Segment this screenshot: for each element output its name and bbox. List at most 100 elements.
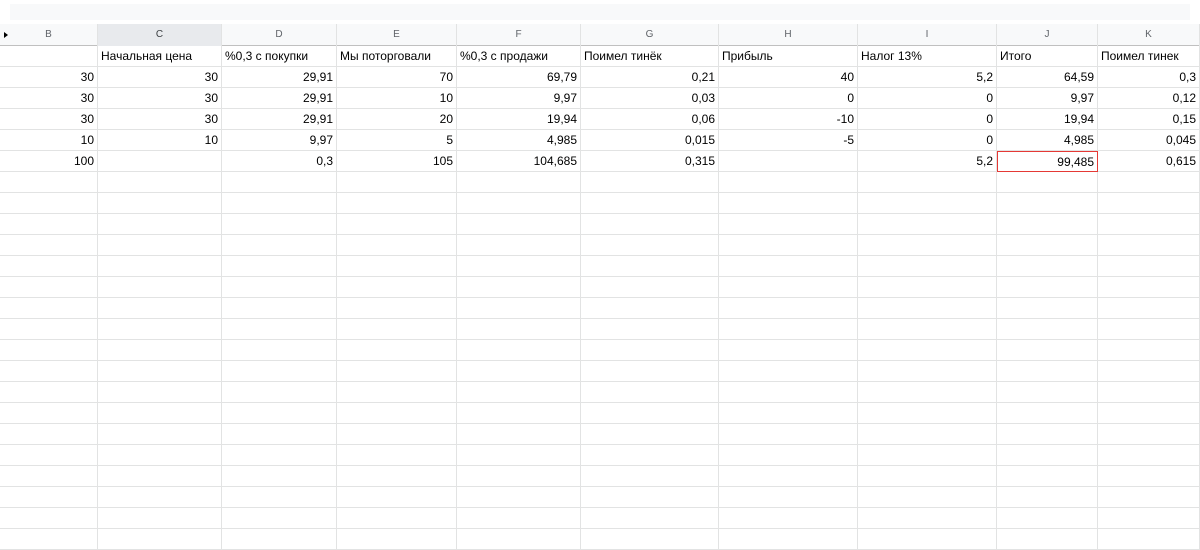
table-cell[interactable]: 29,91 [222, 67, 337, 88]
cell-H1[interactable]: Прибыль [719, 46, 858, 67]
empty-cell[interactable] [457, 508, 581, 529]
empty-cell[interactable] [222, 508, 337, 529]
empty-cell[interactable] [98, 361, 222, 382]
column-header-B[interactable]: B [0, 24, 98, 46]
column-header-I[interactable]: I [858, 24, 997, 46]
empty-cell[interactable] [98, 256, 222, 277]
table-cell[interactable]: 0 [858, 130, 997, 151]
empty-cell[interactable] [858, 277, 997, 298]
table-cell[interactable]: -5 [719, 130, 858, 151]
empty-cell[interactable] [0, 256, 98, 277]
empty-cell[interactable] [98, 193, 222, 214]
table-cell[interactable]: 4,985 [997, 130, 1098, 151]
empty-cell[interactable] [0, 340, 98, 361]
table-cell[interactable]: 19,94 [997, 109, 1098, 130]
empty-cell[interactable] [457, 277, 581, 298]
empty-cell[interactable] [337, 298, 457, 319]
empty-cell[interactable] [719, 361, 858, 382]
empty-cell[interactable] [337, 424, 457, 445]
empty-cell[interactable] [997, 340, 1098, 361]
empty-cell[interactable] [1098, 361, 1200, 382]
table-cell[interactable]: 0 [719, 88, 858, 109]
empty-cell[interactable] [581, 424, 719, 445]
empty-cell[interactable] [581, 214, 719, 235]
empty-cell[interactable] [581, 508, 719, 529]
cell-E1[interactable]: Мы поторговали [337, 46, 457, 67]
empty-cell[interactable] [0, 298, 98, 319]
empty-cell[interactable] [719, 445, 858, 466]
empty-cell[interactable] [1098, 235, 1200, 256]
empty-cell[interactable] [457, 361, 581, 382]
empty-cell[interactable] [858, 193, 997, 214]
empty-cell[interactable] [1098, 193, 1200, 214]
empty-cell[interactable] [581, 403, 719, 424]
table-cell[interactable]: 0,12 [1098, 88, 1200, 109]
empty-cell[interactable] [858, 340, 997, 361]
empty-cell[interactable] [858, 403, 997, 424]
empty-cell[interactable] [1098, 172, 1200, 193]
table-cell[interactable]: 20 [337, 109, 457, 130]
empty-cell[interactable] [719, 466, 858, 487]
empty-cell[interactable] [581, 382, 719, 403]
empty-cell[interactable] [719, 193, 858, 214]
cell-J1[interactable]: Итого [997, 46, 1098, 67]
empty-cell[interactable] [457, 403, 581, 424]
empty-cell[interactable] [222, 298, 337, 319]
empty-cell[interactable] [1098, 277, 1200, 298]
empty-cell[interactable] [222, 193, 337, 214]
empty-cell[interactable] [997, 382, 1098, 403]
table-cell[interactable]: 0,03 [581, 88, 719, 109]
empty-cell[interactable] [337, 361, 457, 382]
table-cell[interactable]: 5,2 [858, 151, 997, 172]
empty-cell[interactable] [581, 298, 719, 319]
empty-cell[interactable] [0, 403, 98, 424]
table-cell[interactable]: 100 [0, 151, 98, 172]
empty-cell[interactable] [719, 235, 858, 256]
empty-cell[interactable] [581, 235, 719, 256]
empty-cell[interactable] [581, 466, 719, 487]
empty-cell[interactable] [581, 256, 719, 277]
empty-cell[interactable] [337, 235, 457, 256]
empty-cell[interactable] [997, 424, 1098, 445]
empty-cell[interactable] [0, 487, 98, 508]
empty-cell[interactable] [581, 445, 719, 466]
empty-cell[interactable] [1098, 340, 1200, 361]
empty-cell[interactable] [0, 424, 98, 445]
empty-cell[interactable] [997, 403, 1098, 424]
cell-K1[interactable]: Поимел тинек [1098, 46, 1200, 67]
empty-cell[interactable] [858, 214, 997, 235]
empty-cell[interactable] [719, 382, 858, 403]
empty-cell[interactable] [858, 235, 997, 256]
table-cell[interactable]: 0,045 [1098, 130, 1200, 151]
empty-cell[interactable] [457, 382, 581, 403]
empty-cell[interactable] [98, 424, 222, 445]
empty-cell[interactable] [719, 487, 858, 508]
empty-cell[interactable] [98, 508, 222, 529]
table-cell[interactable]: 10 [0, 130, 98, 151]
table-cell[interactable]: 70 [337, 67, 457, 88]
formula-bar[interactable] [10, 4, 1190, 20]
column-header-E[interactable]: E [337, 24, 457, 46]
cell-C1[interactable]: Начальная цена [98, 46, 222, 67]
table-cell[interactable]: 5,2 [858, 67, 997, 88]
empty-cell[interactable] [1098, 382, 1200, 403]
empty-cell[interactable] [1098, 256, 1200, 277]
empty-cell[interactable] [858, 466, 997, 487]
empty-cell[interactable] [0, 319, 98, 340]
empty-cell[interactable] [858, 508, 997, 529]
cell-B1[interactable] [0, 46, 98, 67]
empty-cell[interactable] [222, 403, 337, 424]
cell-I1[interactable]: Налог 13% [858, 46, 997, 67]
table-cell[interactable]: 64,59 [997, 67, 1098, 88]
empty-cell[interactable] [0, 361, 98, 382]
empty-cell[interactable] [457, 214, 581, 235]
empty-cell[interactable] [222, 487, 337, 508]
empty-cell[interactable] [222, 382, 337, 403]
empty-cell[interactable] [0, 508, 98, 529]
empty-cell[interactable] [0, 214, 98, 235]
empty-cell[interactable] [858, 382, 997, 403]
empty-cell[interactable] [337, 193, 457, 214]
empty-cell[interactable] [858, 445, 997, 466]
empty-cell[interactable] [858, 298, 997, 319]
empty-cell[interactable] [997, 298, 1098, 319]
